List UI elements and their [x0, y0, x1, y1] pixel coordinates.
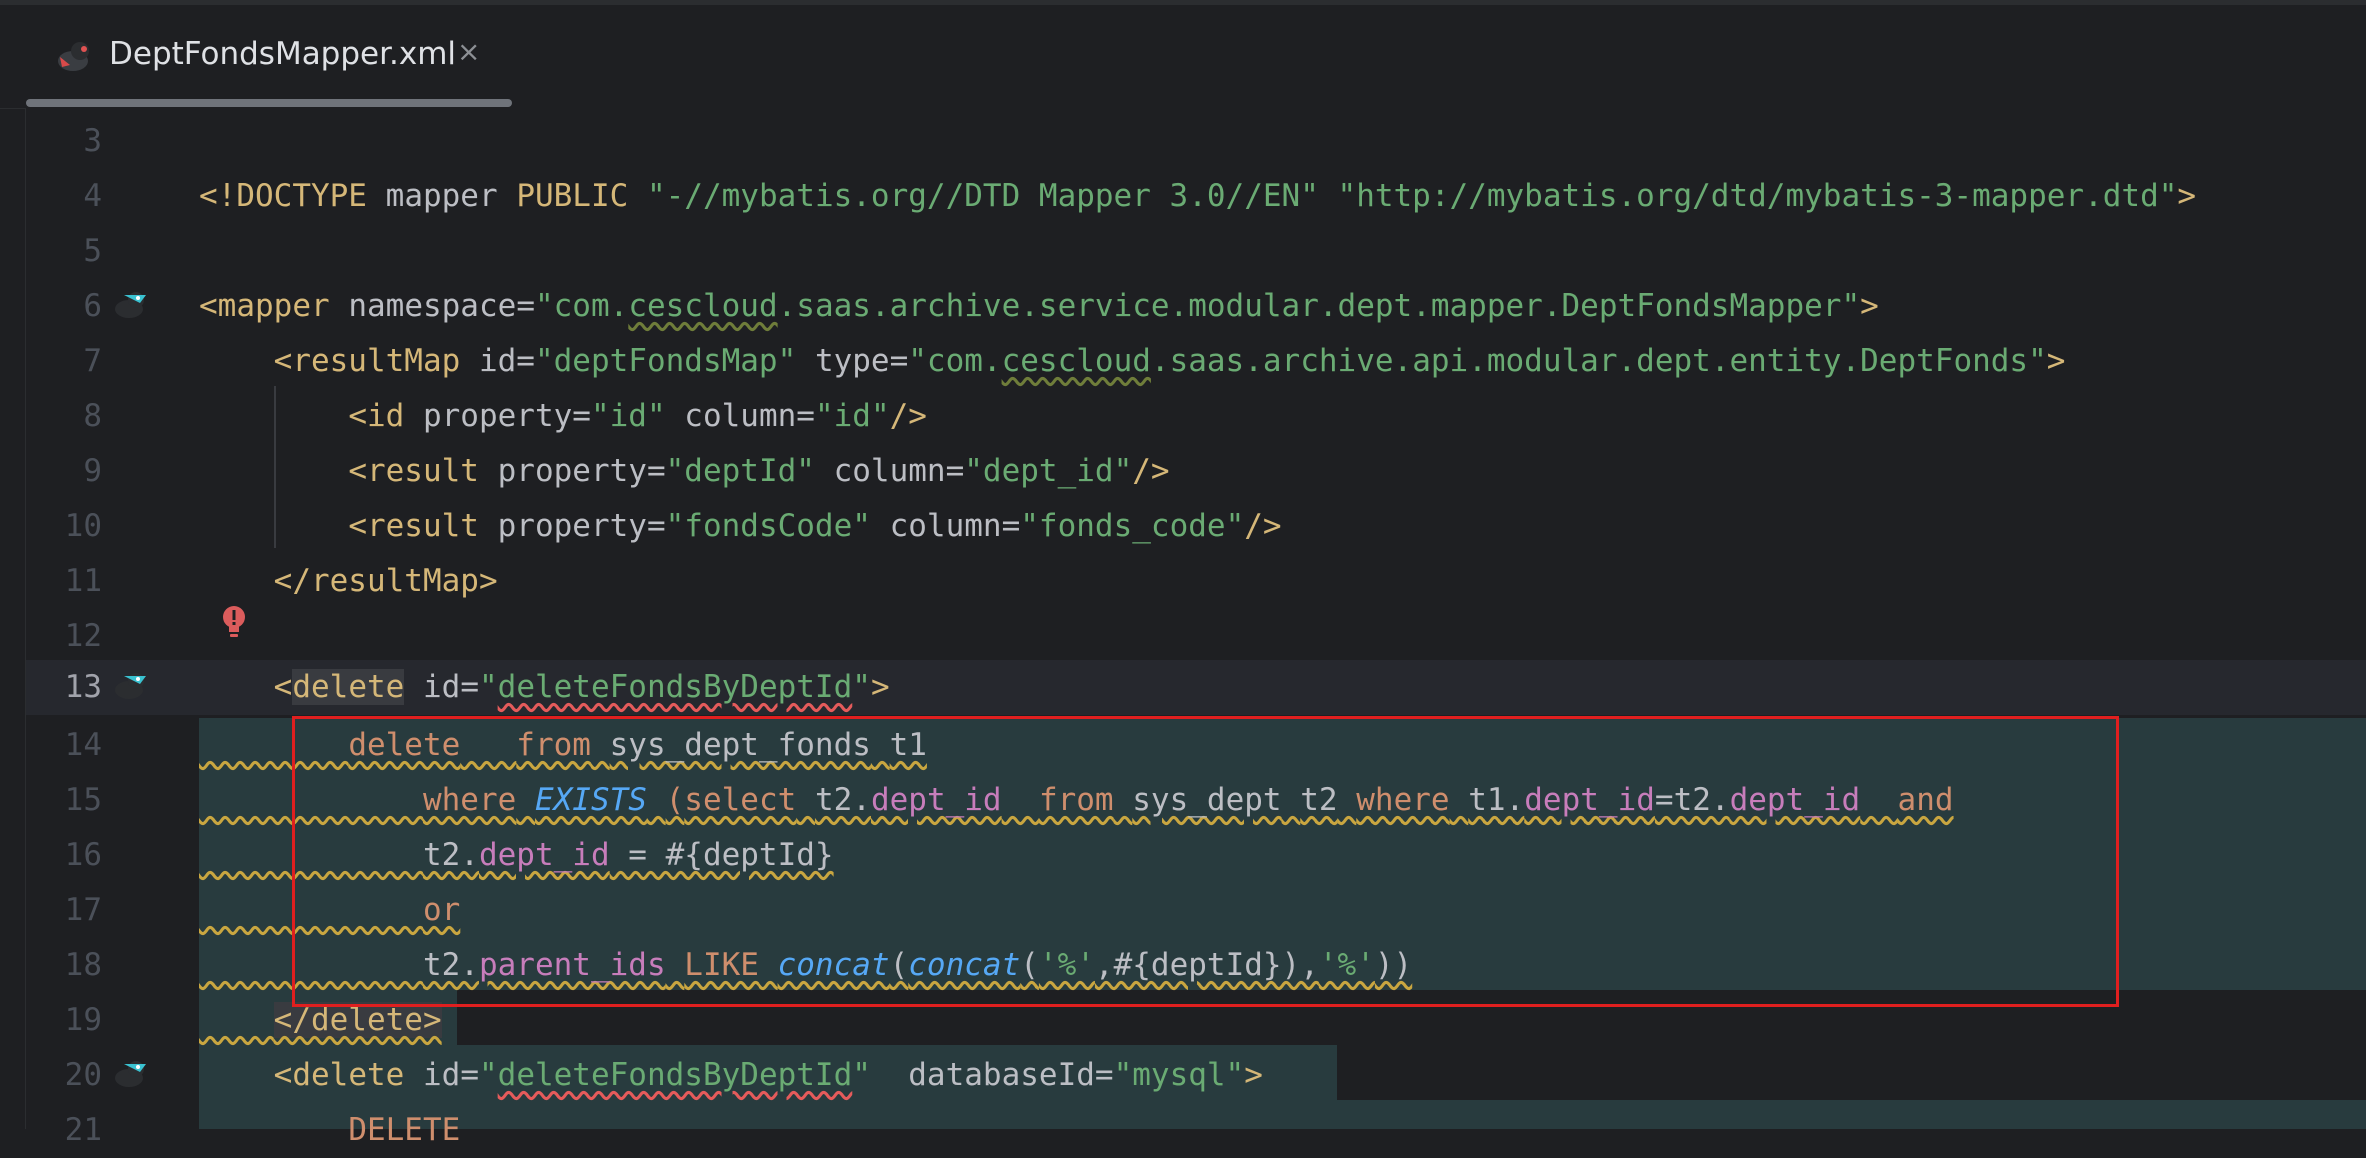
- code-line-4: 4 <!DOCTYPE mapper PUBLIC "-//mybatis.or…: [0, 169, 2366, 224]
- line-number: 21: [64, 1112, 102, 1148]
- line-number: 7: [83, 343, 102, 379]
- line-number: 19: [64, 1002, 102, 1038]
- line-number: 12: [64, 618, 102, 654]
- line-number: 3: [83, 123, 102, 159]
- line-number: 5: [83, 233, 102, 269]
- code-line-21: 21 DELETE: [0, 1103, 2366, 1158]
- line-number: 9: [83, 453, 102, 489]
- line-number: 4: [83, 178, 102, 214]
- tab-title: DeptFondsMapper.xml: [109, 36, 457, 72]
- red-bulb-icon[interactable]: [220, 604, 248, 644]
- code-line-3: 3: [0, 114, 2366, 169]
- editor-tab-bar: DeptFondsMapper.xml ×: [0, 5, 2366, 109]
- code-text[interactable]: DELETE: [199, 1103, 460, 1158]
- line-number: 11: [64, 563, 102, 599]
- code-line-8: 8 <id property="id" column="id"/>: [0, 389, 2366, 444]
- code-line-10: 10 <result property="fondsCode" column="…: [0, 499, 2366, 554]
- line-number: 16: [64, 837, 102, 873]
- code-line-6: 6 <mapper namespace="com.cescloud.saas.a…: [0, 279, 2366, 334]
- mybatis-bird-icon[interactable]: [112, 670, 152, 704]
- code-text[interactable]: <id property="id" column="id"/>: [199, 389, 927, 444]
- code-line-11: 11 </resultMap>: [0, 554, 2366, 609]
- tab-deptfondsmapper[interactable]: DeptFondsMapper.xml ×: [26, 5, 512, 107]
- code-line-7: 7 <resultMap id="deptFondsMap" type="com…: [0, 334, 2366, 389]
- line-number: 10: [64, 508, 102, 544]
- code-line-13: 13 <delete id="deleteFondsByDeptId">: [0, 660, 2366, 715]
- line-number: 17: [64, 892, 102, 928]
- code-line-5: 5: [0, 224, 2366, 279]
- code-line-20: 20 <delete id="deleteFondsByDeptId" data…: [0, 1048, 2366, 1103]
- mybatis-bird-icon[interactable]: [112, 1058, 152, 1092]
- line-number: 6: [83, 288, 102, 324]
- code-text[interactable]: <!DOCTYPE mapper PUBLIC "-//mybatis.org/…: [199, 169, 2196, 224]
- highlight-annotation-box: [292, 716, 2119, 1007]
- line-number: 13: [64, 669, 102, 705]
- active-tab-indicator: [26, 99, 512, 107]
- line-number: 8: [83, 398, 102, 434]
- code-text[interactable]: <delete id="deleteFondsByDeptId" databas…: [199, 1048, 1263, 1103]
- line-number: 15: [64, 782, 102, 818]
- code-text[interactable]: <delete id="deleteFondsByDeptId">: [199, 660, 890, 715]
- code-line-9: 9 <result property="deptId" column="dept…: [0, 444, 2366, 499]
- code-text[interactable]: <mapper namespace="com.cescloud.saas.arc…: [199, 279, 1879, 334]
- mybatis-file-icon: [58, 42, 89, 71]
- line-number: 14: [64, 727, 102, 763]
- mybatis-bird-icon[interactable]: [112, 289, 152, 323]
- close-icon[interactable]: ×: [457, 35, 480, 68]
- code-text[interactable]: <resultMap id="deptFondsMap" type="com.c…: [199, 334, 2066, 389]
- code-line-12: 12: [0, 609, 2366, 664]
- line-number: 20: [64, 1057, 102, 1093]
- code-text[interactable]: <result property="fondsCode" column="fon…: [199, 499, 1281, 554]
- code-text[interactable]: <result property="deptId" column="dept_i…: [199, 444, 1169, 499]
- code-text[interactable]: </resultMap>: [199, 554, 498, 609]
- line-number: 18: [64, 947, 102, 983]
